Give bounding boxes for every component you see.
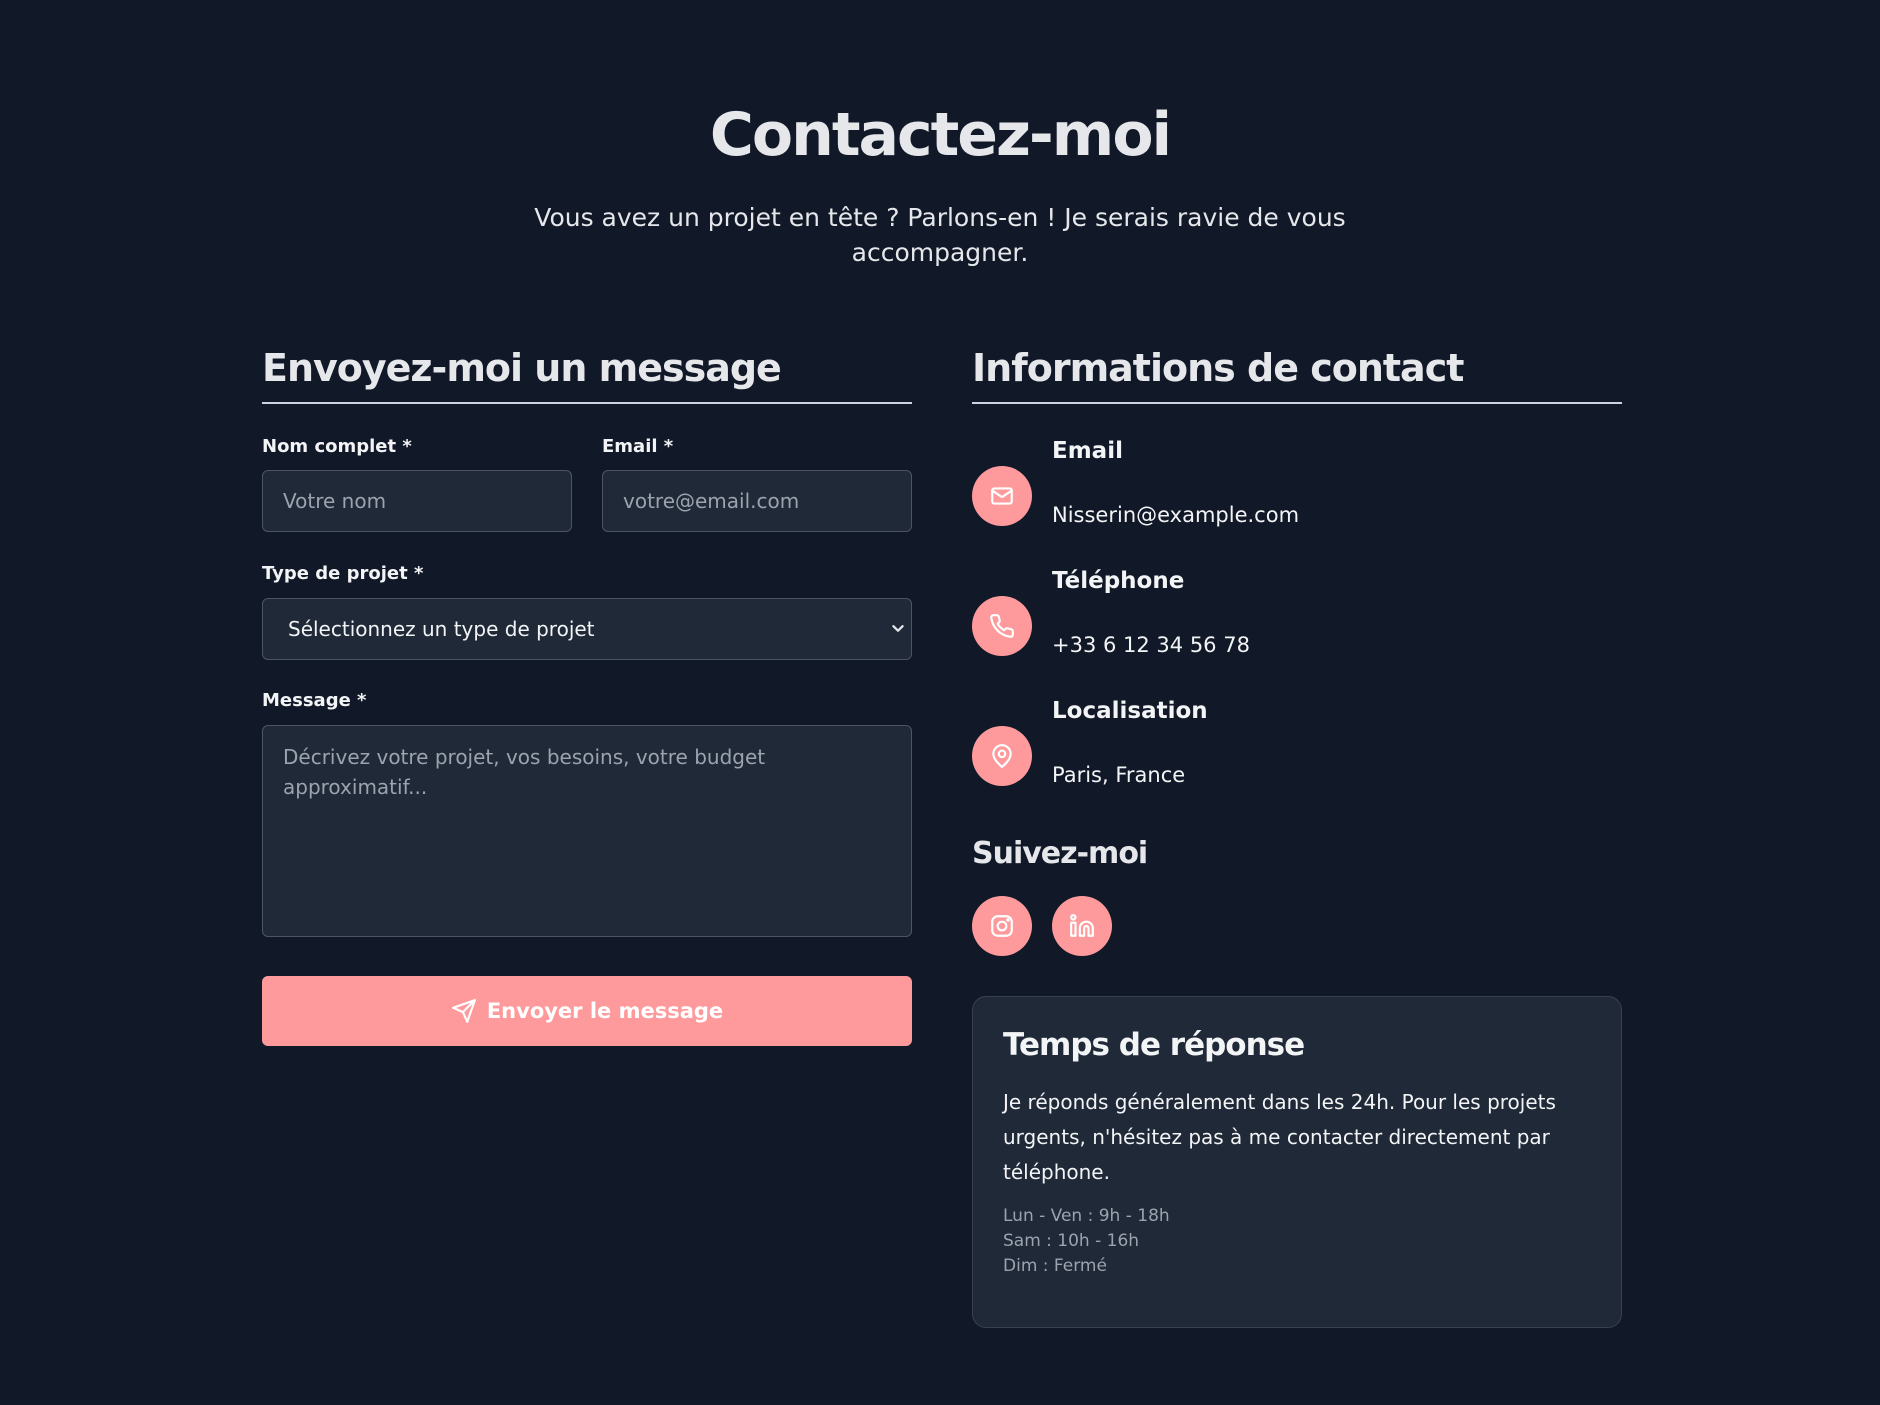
hours-weekdays: Lun - Ven : 9h - 18h — [1003, 1206, 1170, 1226]
project-type-label: Type de projet * — [262, 563, 424, 584]
project-type-value: Sélectionnez un type de projet — [288, 617, 595, 641]
contact-item-phone: Téléphone +33 6 12 34 56 78 — [972, 568, 1622, 668]
instagram-icon[interactable] — [972, 896, 1032, 956]
response-time-text: Je réponds généralement dans les 24h. Po… — [1003, 1090, 1556, 1184]
contact-info-title: Informations de contact — [972, 346, 1622, 404]
response-time-title: Temps de réponse — [1003, 1027, 1305, 1063]
contact-item-label: Téléphone — [1052, 568, 1185, 594]
phone-icon — [972, 596, 1032, 656]
send-icon — [451, 999, 476, 1023]
contact-info: Informations de contact Email Nisserin@e… — [972, 346, 1622, 1328]
contact-item-label: Localisation — [1052, 698, 1208, 724]
hours-saturday: Sam : 10h - 16h — [1003, 1231, 1140, 1251]
page-title: Contactez-moi — [709, 100, 1172, 170]
follow-title: Suivez-moi — [972, 836, 1148, 871]
name-label: Nom complet * — [262, 436, 412, 457]
page-subtitle: Vous avez un projet en tête ? Parlons-en… — [534, 203, 1346, 267]
chevron-down-icon — [892, 625, 904, 632]
contact-item-email: Email Nisserin@example.com — [972, 438, 1622, 538]
email-label: Email * — [602, 436, 674, 457]
email-input[interactable]: votre@email.com — [602, 470, 912, 532]
contact-page: Contactez-moi Vous avez un projet en têt… — [0, 0, 1880, 1405]
contact-item-label: Email — [1052, 438, 1123, 464]
message-textarea[interactable]: Décrivez votre projet, vos besoins, votr… — [262, 725, 912, 937]
contact-item-value[interactable]: Nisserin@example.com — [1052, 503, 1299, 527]
send-message-button[interactable]: Envoyer le message — [262, 976, 912, 1046]
form-title: Envoyez-moi un message — [262, 346, 912, 404]
project-type-select[interactable]: Sélectionnez un type de projet — [262, 598, 912, 660]
send-message-label: Envoyer le message — [486, 999, 724, 1023]
contact-item-value: Paris, France — [1052, 763, 1186, 787]
contact-form: Envoyez-moi un message Nom complet * Vot… — [262, 346, 912, 1046]
contact-item-value[interactable]: +33 6 12 34 56 78 — [1052, 633, 1250, 657]
message-label: Message * — [262, 690, 367, 711]
response-time-card: Temps de réponse Je réponds généralement… — [972, 996, 1622, 1328]
mail-icon — [972, 466, 1032, 526]
map-pin-icon — [972, 726, 1032, 786]
name-input[interactable]: Votre nom — [262, 470, 572, 532]
linkedin-icon[interactable] — [1052, 896, 1112, 956]
hours-sunday: Dim : Fermé — [1003, 1256, 1107, 1276]
contact-item-location: Localisation Paris, France — [972, 698, 1622, 798]
opening-hours: Lun - Ven : 9h - 18h Sam : 10h - 16h Dim… — [1003, 1204, 1591, 1279]
